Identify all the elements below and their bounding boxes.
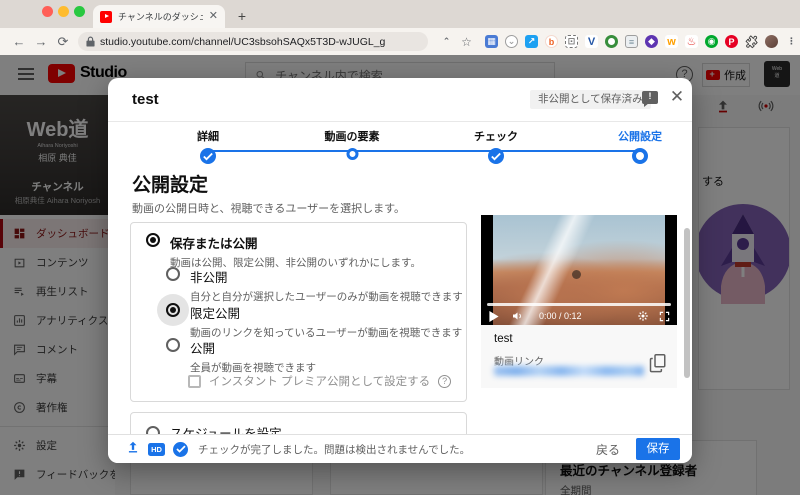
volume-icon[interactable] [511, 309, 524, 323]
radio-private[interactable]: 非公開 自分と自分が選択したユーザーのみが動画を視聴できます [166, 267, 463, 305]
reload-icon[interactable]: ⟳ [52, 34, 74, 50]
youtube-favicon-icon [100, 10, 112, 23]
extensions-puzzle-icon[interactable]: 🧩︎ [743, 33, 760, 50]
extension-icon-bitly[interactable]: b [543, 33, 560, 50]
play-button[interactable] [489, 309, 499, 323]
extension-icon-pinterest[interactable]: P [723, 33, 740, 50]
checks-status-message: チェックが完了しました。問題は検出されませんでした。 [198, 443, 471, 456]
browser-toolbar: ← → ⟳ studio.youtube.com/channel/UC3sbso… [0, 28, 800, 55]
checkbox-unchecked-icon [188, 374, 201, 388]
window-minimize-button[interactable] [58, 6, 69, 17]
extension-icon-v[interactable]: V [583, 33, 600, 50]
extension-icon-w[interactable]: w [663, 33, 680, 50]
step-visibility[interactable]: 公開設定 [618, 128, 662, 164]
step-done-icon [488, 148, 504, 164]
visibility-heading: 公開設定 [132, 175, 209, 196]
screen: チャンネルのダッシュボード - Yo ✕ + ← → ⟳ studio.yout… [0, 0, 800, 495]
radio-public[interactable]: 公開 全員が動画を視聴できます [166, 338, 316, 376]
stepper-line [208, 150, 640, 152]
dialog-scrollbar[interactable] [684, 228, 690, 378]
player-settings-icon[interactable] [637, 309, 649, 323]
lock-icon [86, 36, 95, 47]
extension-icon-screenshot[interactable]: ⊡ [563, 33, 580, 50]
extension-icon-green[interactable]: ◉ [703, 33, 720, 50]
extension-icon-purple[interactable]: ◆ [643, 33, 660, 50]
extension-icon-document[interactable]: ≡ [623, 33, 640, 50]
url-bar[interactable]: studio.youtube.com/channel/UC3sbsohSAQx5… [78, 32, 428, 51]
step-todo-icon [346, 148, 358, 160]
extension-icon-pocket[interactable]: ⌄ [503, 33, 520, 50]
browser-profile-avatar[interactable] [763, 33, 780, 50]
video-visibility-dialog: test 非公開として保存済み ✕ 詳細 動画の要素 チェック 公開設定 公開設… [108, 78, 692, 463]
dialog-title: test [132, 91, 159, 108]
back-icon[interactable]: ← [8, 34, 30, 49]
step-details[interactable]: 詳細 [197, 128, 219, 164]
video-player[interactable]: 0:00 / 0:12 [481, 215, 677, 325]
back-button[interactable]: 戻る [586, 436, 630, 463]
radio-checked-icon [166, 303, 180, 317]
saved-status-chip: 非公開として保存済み [530, 90, 651, 109]
time-display: 0:00 / 0:12 [539, 311, 582, 321]
radio-unlisted[interactable]: 限定公開 動画のリンクを知っているユーザーが動画を視聴できます [166, 303, 462, 341]
url-text: studio.youtube.com/channel/UC3sbsohSAQx5… [100, 35, 386, 48]
video-filename: test [494, 333, 513, 345]
extension-icon-share[interactable]: ↗ [523, 33, 540, 50]
extension-icon-wreath[interactable] [603, 33, 620, 50]
window-zoom-button[interactable] [74, 6, 85, 17]
share-icon[interactable]: ⌃ [438, 33, 455, 50]
hd-badge: HD [148, 442, 165, 456]
step-video-elements[interactable]: 動画の要素 [325, 128, 380, 160]
step-done-icon [200, 148, 216, 164]
progress-bar[interactable] [487, 303, 671, 306]
radio-save-or-publish[interactable]: 保存または公開 動画は公開、限定公開、非公開のいずれかにします。 [146, 233, 421, 271]
checks-complete-icon [173, 441, 188, 457]
extension-icon-hydrant[interactable]: ♨ [683, 33, 700, 50]
copy-link-icon[interactable] [649, 353, 671, 377]
upload-complete-icon [126, 440, 140, 459]
new-tab-button[interactable]: + [233, 7, 251, 25]
visibility-subheading: 動画の公開日時と、視聴できるユーザーを選択します。 [132, 203, 406, 215]
step-checks[interactable]: チェック [474, 128, 518, 164]
browser-tabstrip: チャンネルのダッシュボード - Yo ✕ + [0, 0, 800, 28]
forward-icon[interactable]: → [30, 34, 52, 49]
browser-menu-kebab-icon[interactable]: ⋮ [783, 33, 800, 50]
fullscreen-icon[interactable] [659, 309, 670, 323]
send-feedback-icon[interactable] [642, 91, 658, 107]
browser-tab[interactable]: チャンネルのダッシュボード - Yo ✕ [93, 5, 225, 28]
radio-checked-icon [146, 233, 160, 247]
radio-unchecked-icon [166, 267, 180, 281]
save-button[interactable]: 保存 [636, 438, 680, 460]
publish-options-panel: 保存または公開 動画は公開、限定公開、非公開のいずれかにします。 非公開 自分と… [130, 222, 467, 402]
premiere-checkbox-row: インスタント プレミア公開として設定する ? [188, 373, 452, 389]
help-icon[interactable]: ? [438, 374, 452, 388]
dialog-footer: HD チェックが完了しました。問題は検出されませんでした。 戻る 保存 [108, 434, 692, 463]
video-link-blurred[interactable] [494, 366, 644, 376]
extension-icon-capture[interactable]: ▦ [483, 33, 500, 50]
bookmark-star-icon[interactable]: ☆ [458, 33, 475, 50]
dialog-header-divider [108, 121, 692, 122]
window-close-button[interactable] [42, 6, 53, 17]
tab-close-icon[interactable]: ✕ [209, 11, 218, 22]
video-info-card: test 動画リンク [481, 325, 677, 388]
tab-title: チャンネルのダッシュボード - Yo [118, 12, 203, 22]
step-active-icon [632, 148, 648, 164]
radio-unchecked-icon [166, 338, 180, 352]
close-icon[interactable]: ✕ [666, 86, 688, 108]
